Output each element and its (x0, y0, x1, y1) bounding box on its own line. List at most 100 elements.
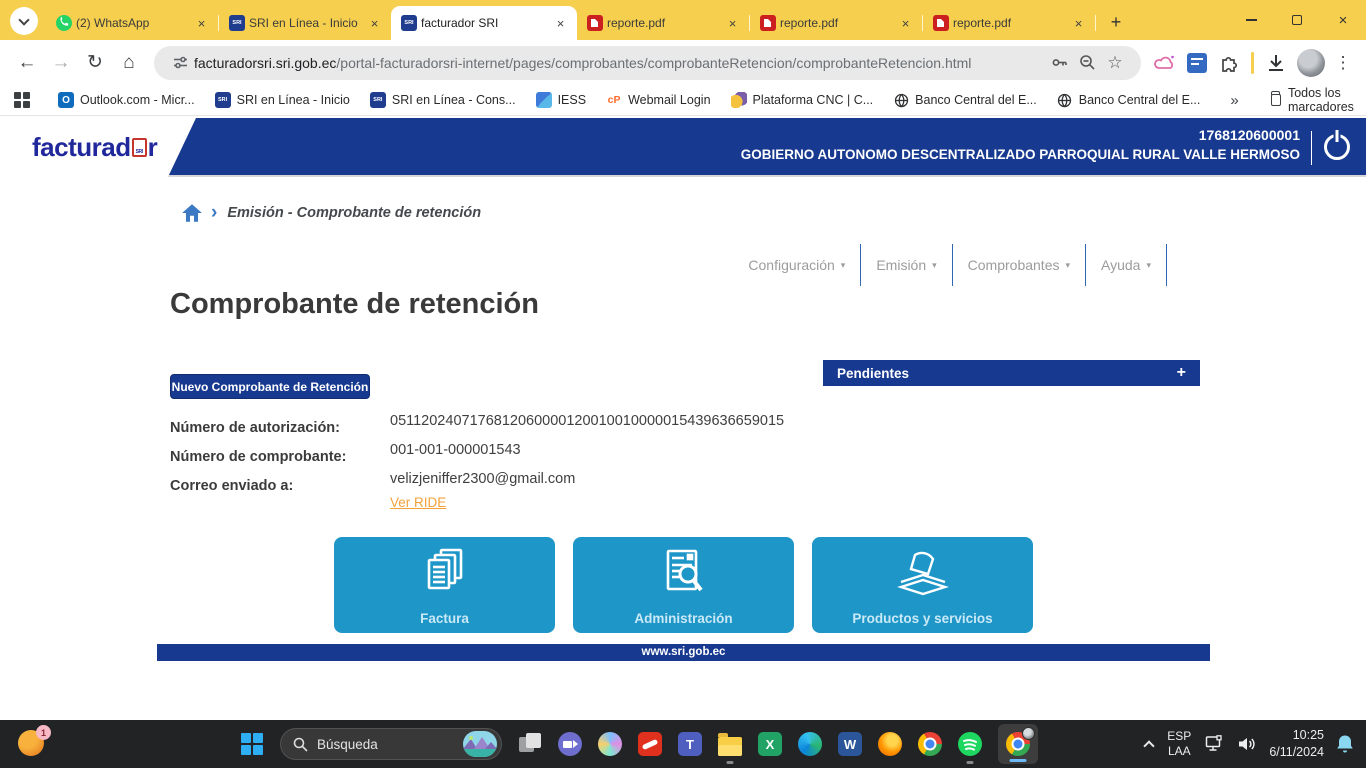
tab-search-button[interactable] (10, 7, 38, 35)
tab-sri-inicio[interactable]: SRI SRI en Línea - Inicio × (219, 6, 391, 40)
extensions-puzzle-icon[interactable] (1213, 46, 1245, 80)
taskbar-search[interactable]: Búsqueda (280, 728, 502, 760)
home-button[interactable]: ⌂ (112, 46, 146, 80)
field-label: Número de comprobante: (170, 449, 346, 465)
bookmark-sri-consultas[interactable]: SRISRI en Línea - Cons... (370, 92, 516, 108)
breadcrumb: › Emisión - Comprobante de retención (181, 202, 481, 224)
translate-icon[interactable] (1181, 46, 1213, 80)
tab-whatsapp[interactable]: (2) WhatsApp × (46, 6, 218, 40)
nav-comprobantes[interactable]: Comprobantes▾ (953, 244, 1085, 286)
forward-button[interactable]: → (44, 46, 78, 80)
password-key-icon[interactable] (1045, 49, 1073, 77)
new-tab-button[interactable]: + (1102, 8, 1130, 36)
volume-icon[interactable] (1237, 736, 1257, 752)
bookmark-iess[interactable]: IESS (536, 92, 587, 108)
tile-administracion[interactable]: Administración (573, 537, 794, 633)
zoom-app-button[interactable] (550, 722, 590, 766)
file-explorer-button[interactable] (710, 722, 750, 766)
excel-button[interactable]: X (750, 722, 790, 766)
minimize-button[interactable] (1228, 0, 1274, 40)
close-icon[interactable]: × (193, 15, 210, 32)
expand-plus-icon[interactable]: + (1177, 364, 1186, 382)
spotify-button[interactable] (950, 722, 990, 766)
bookmark-webmail[interactable]: cPWebmail Login (606, 92, 710, 108)
copilot-button[interactable] (590, 722, 630, 766)
bookmark-outlook[interactable]: OOutlook.com - Micr... (58, 92, 195, 108)
all-bookmarks-button[interactable]: Todos los marcadores (1271, 86, 1360, 114)
ver-ride-link[interactable]: Ver RIDE (390, 495, 446, 510)
pdf-icon (587, 15, 603, 31)
field-row: Número de comprobante: 001-001-000001543 (0, 442, 800, 468)
bookmark-star-icon[interactable]: ☆ (1101, 49, 1129, 77)
close-icon[interactable]: × (552, 15, 569, 32)
tab-facturador-active[interactable]: SRI facturador SRI × (391, 6, 577, 40)
close-icon[interactable]: × (366, 15, 383, 32)
word-button[interactable]: W (830, 722, 870, 766)
tray-app-shortcut[interactable]: 1 (18, 730, 46, 758)
bookmark-cnc[interactable]: Plataforma CNC | C... (731, 92, 874, 108)
search-icon (293, 737, 308, 752)
header-separator (1311, 131, 1312, 165)
close-icon[interactable]: × (724, 15, 741, 32)
taskview-button[interactable] (510, 722, 550, 766)
bookmarks-overflow-icon[interactable]: » (1230, 92, 1238, 109)
edge-button[interactable] (790, 722, 830, 766)
home-icon[interactable] (181, 203, 203, 223)
input-language[interactable]: ESP LAA (1167, 729, 1191, 759)
notification-bell-icon[interactable] (1336, 734, 1354, 754)
bookmark-label: Banco Central del E... (1079, 93, 1201, 107)
globe-icon (1057, 92, 1073, 108)
bookmark-sri-inicio[interactable]: SRISRI en Línea - Inicio (215, 92, 350, 108)
logout-power-icon[interactable] (1324, 134, 1350, 160)
sri-favicon: SRI (401, 15, 417, 31)
site-info-icon[interactable] (166, 49, 194, 77)
bookmark-label: IESS (558, 93, 587, 107)
tab-label: facturador SRI (421, 16, 548, 30)
search-placeholder: Búsqueda (317, 737, 463, 752)
bookmark-bce-1[interactable]: Banco Central del E... (893, 92, 1037, 108)
weather-extension-icon[interactable] (1149, 46, 1181, 80)
profile-avatar[interactable] (1297, 49, 1325, 77)
close-icon[interactable]: × (1070, 15, 1087, 32)
shortcut-tiles: Factura Administración (334, 537, 1033, 633)
running-indicator (967, 761, 974, 764)
downloads-icon[interactable] (1260, 46, 1292, 80)
nav-configuracion[interactable]: Configuración▾ (733, 244, 860, 286)
tile-factura[interactable]: Factura (334, 537, 555, 633)
new-retention-voucher-button[interactable]: Nuevo Comprobante de Retención (170, 374, 370, 399)
firefox-button[interactable] (870, 722, 910, 766)
field-row: Número de autorización: 0511202407176812… (0, 413, 800, 439)
tab-reporte-pdf-1[interactable]: reporte.pdf × (577, 6, 749, 40)
maximize-button[interactable] (1274, 0, 1320, 40)
apps-grid-icon[interactable] (14, 92, 30, 108)
bookmark-label: Banco Central del E... (915, 93, 1037, 107)
word-icon: W (838, 732, 862, 756)
nav-ayuda[interactable]: Ayuda▾ (1086, 244, 1166, 286)
reload-button[interactable]: ↻ (78, 46, 112, 80)
pdf-app-button[interactable] (630, 722, 670, 766)
tab-reporte-pdf-2[interactable]: reporte.pdf × (750, 6, 922, 40)
tab-reporte-pdf-3[interactable]: reporte.pdf × (923, 6, 1095, 40)
teams-button[interactable]: T (670, 722, 710, 766)
logo-sri-doc-icon: SRI (132, 138, 147, 157)
pendientes-panel-header[interactable]: Pendientes + (823, 360, 1200, 386)
tile-productos-servicios[interactable]: Productos y servicios (812, 537, 1033, 633)
chrome-active-window-button[interactable] (998, 724, 1038, 764)
start-button[interactable] (232, 722, 272, 766)
close-window-button[interactable]: × (1320, 0, 1366, 40)
bookmark-label: Webmail Login (628, 93, 710, 107)
close-icon[interactable]: × (897, 15, 914, 32)
tray-chevron-up-icon[interactable] (1144, 740, 1155, 751)
taskbar-clock[interactable]: 10:25 6/11/2024 (1269, 727, 1324, 761)
keyboard-layout: LAA (1167, 744, 1191, 759)
bookmark-label: Plataforma CNC | C... (753, 93, 874, 107)
browser-menu-icon[interactable]: ⋮ (1330, 53, 1356, 73)
zoom-out-icon[interactable] (1073, 49, 1101, 77)
chrome-button[interactable] (910, 722, 950, 766)
browser-toolbar: ← → ↻ ⌂ facturadorsri.sri.gob.ec/portal-… (0, 40, 1366, 85)
network-icon[interactable] (1205, 735, 1225, 753)
back-button[interactable]: ← (10, 46, 44, 80)
nav-emision[interactable]: Emisión▾ (861, 244, 951, 286)
bookmark-bce-2[interactable]: Banco Central del E... (1057, 92, 1201, 108)
address-bar[interactable]: facturadorsri.sri.gob.ec/portal-facturad… (154, 46, 1141, 80)
